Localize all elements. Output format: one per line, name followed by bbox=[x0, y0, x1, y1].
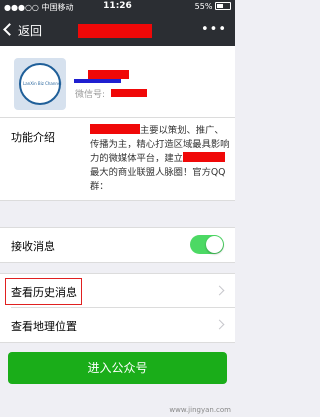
chevron-right-icon bbox=[214, 285, 225, 296]
receive-row: 接收消息 bbox=[0, 227, 235, 263]
battery-percent: 55% bbox=[194, 2, 213, 11]
receive-toggle[interactable] bbox=[190, 235, 224, 254]
receive-label: 接收消息 bbox=[11, 240, 55, 253]
back-button[interactable]: 返回 bbox=[3, 22, 43, 39]
location-label: 查看地理位置 bbox=[11, 320, 77, 333]
intro-text-2: 最大的商业联盟人脉圈！官方QQ群： bbox=[90, 167, 226, 192]
redacted-region bbox=[182, 152, 225, 162]
chevron-left-icon bbox=[3, 23, 16, 36]
chevron-right-icon bbox=[214, 319, 225, 330]
more-button[interactable]: ••• bbox=[201, 22, 227, 37]
redacted-intro-name bbox=[90, 124, 140, 134]
battery-status: 55% bbox=[195, 2, 231, 11]
battery-icon bbox=[215, 2, 231, 10]
location-row[interactable]: 查看地理位置 bbox=[0, 308, 235, 343]
intro-section: 功能介绍 主要以策划、推广、传播为主，精心打造区域最具影响力的微媒体平台，建立最… bbox=[0, 117, 235, 201]
redacted-wechat-id bbox=[111, 89, 147, 97]
redacted-name bbox=[88, 70, 129, 79]
intro-description: 主要以策划、推广、传播为主，精心打造区域最具影响力的微媒体平台，建立最大的商业联… bbox=[90, 124, 230, 194]
nav-bar: 返回 ••• bbox=[0, 14, 235, 46]
watermark: www.jingyan.com bbox=[169, 406, 231, 414]
avatar: LanXin Biz Channel bbox=[14, 58, 66, 110]
avatar-caption: LanXin Biz Channel bbox=[23, 81, 62, 86]
back-label: 返回 bbox=[18, 24, 43, 38]
status-bar: ●●●○○ 中国移动 11:26 55% bbox=[0, 0, 235, 14]
wechat-id-label: 微信号: bbox=[75, 90, 106, 100]
history-row[interactable]: 查看历史消息 bbox=[0, 273, 235, 308]
enter-account-button[interactable]: 进入公众号 bbox=[8, 352, 227, 384]
intro-label: 功能介绍 bbox=[11, 131, 55, 144]
toggle-knob bbox=[206, 236, 223, 253]
history-label: 查看历史消息 bbox=[11, 286, 77, 299]
redacted-name-underline bbox=[74, 79, 121, 83]
profile-header: LanXin Biz Channel 微信号: bbox=[0, 46, 235, 119]
redacted-title bbox=[78, 24, 152, 38]
